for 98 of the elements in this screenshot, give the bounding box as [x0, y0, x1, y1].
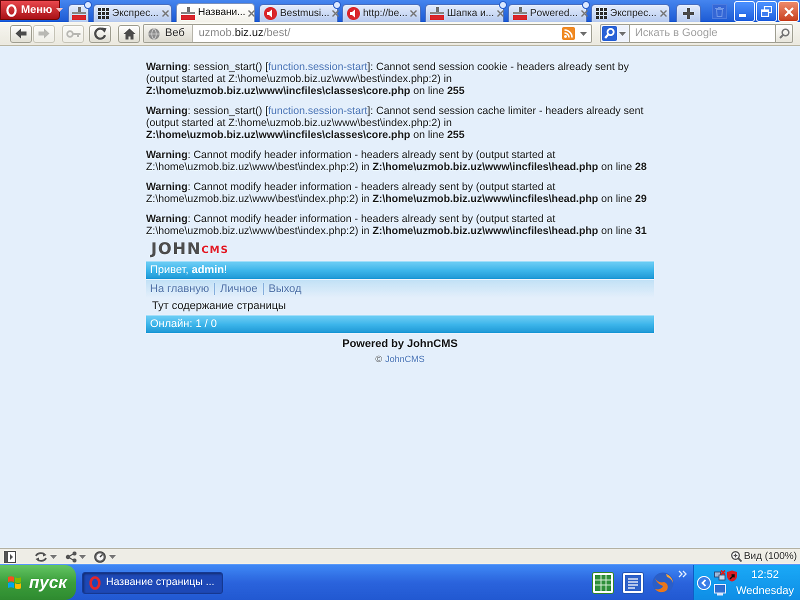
clock-time: 12:52 [751, 568, 779, 580]
nav-link[interactable]: Личное [220, 280, 258, 298]
greeting-bar: Привет, admin! [146, 261, 654, 279]
caret-icon [50, 554, 57, 558]
close-icon[interactable] [248, 10, 256, 16]
speaker-icon [347, 7, 360, 20]
copyright-symbol: © [375, 354, 382, 365]
nav-link[interactable]: На главную [150, 280, 210, 298]
ring-icon [89, 576, 101, 590]
zoom-in-icon [730, 551, 742, 562]
sync-menu-button[interactable] [34, 550, 57, 562]
minimize-icon [739, 14, 746, 17]
arrow-right-icon [38, 28, 50, 39]
network-icon[interactable] [714, 570, 726, 582]
close-icon[interactable] [410, 10, 418, 17]
speed-menu-button[interactable] [94, 550, 116, 562]
taskbar-task-button[interactable]: Название страницы ... [82, 572, 224, 594]
home-button[interactable] [118, 24, 140, 42]
tab[interactable]: Bestmusi... [259, 4, 338, 22]
tab[interactable]: Powered... [508, 4, 587, 22]
warning-message: Warning: Cannot modify header information - headers already sent by (output started at Z:\home\uzmob.biz.uz\www\best\index.php:2) in Z:\home\uzmob.biz.uz\www\incfiles\head.php on line 29 [146, 181, 648, 205]
close-icon[interactable] [580, 10, 588, 17]
footer-link[interactable]: JohnCMS [385, 354, 425, 365]
search-engine-button[interactable] [600, 24, 630, 43]
home-icon [122, 28, 136, 40]
panel-toggle-button[interactable] [4, 550, 16, 562]
plus-icon [683, 8, 694, 19]
shield-icon[interactable] [726, 570, 738, 582]
search-icon [778, 28, 790, 39]
search-button[interactable] [775, 24, 793, 43]
search-field[interactable]: Искать в Google [630, 24, 775, 43]
restore-icon [761, 6, 772, 17]
caret-icon [109, 554, 116, 558]
favicon-icon [181, 6, 195, 20]
powered-by-text: Powered by JohnCMS [342, 338, 458, 351]
arrow-left-icon [15, 28, 27, 39]
menu-button[interactable]: Меню [0, 0, 60, 20]
warning-message: Warning: session_start() [function.session-start]: Cannot send session cache limiter - headers already sent (output started at Z:\home\uzmob.biz.uz\www\best\index.php:2) in Z:\home\uzmob.biz.uz\www\incfiles\classes\core.php on line 255 [146, 105, 644, 141]
warning-message: Warning: session_start() [function.session-start]: Cannot send session cookie - headers already sent by (output started at Z:\home\uzmob.biz.uz\www\best\index.php:2) in Z:\home\uzmob.biz.uz\www\incfiles\classes\core.php on line 255 [146, 61, 630, 97]
ring-icon [6, 4, 17, 16]
favicon-icon [513, 7, 527, 20]
monitor-icon[interactable] [714, 584, 726, 596]
globe-icon [148, 28, 160, 40]
documentation-link[interactable]: function.session-start [268, 105, 368, 117]
caret-icon [580, 32, 586, 36]
close-icon [784, 6, 794, 16]
reload-button[interactable] [89, 24, 111, 42]
close-icon[interactable] [162, 10, 169, 17]
spreadsheet-icon[interactable] [592, 572, 614, 594]
close-icon[interactable] [332, 10, 340, 17]
warning-message: Warning: Cannot modify header information - headers already sent by (output started at Z:\home\uzmob.biz.uz\www\best\index.php:2) in Z:\home\uzmob.biz.uz\www\incfiles\head.php on line 28 [146, 149, 648, 173]
clock-day: Wednesday [736, 584, 794, 596]
minimize-button[interactable] [734, 1, 755, 22]
tab[interactable] [68, 4, 89, 22]
speaker-icon [264, 7, 277, 20]
tab[interactable]: http://be... [342, 4, 421, 22]
close-icon[interactable] [660, 10, 667, 17]
tab[interactable]: Шапка и... [425, 4, 504, 22]
double-chevron-icon [678, 570, 687, 578]
grid-icon [596, 8, 607, 19]
document-icon[interactable] [622, 572, 644, 594]
key-icon [66, 30, 80, 38]
tab[interactable]: Названи... [176, 3, 255, 22]
back-button[interactable] [10, 24, 32, 42]
search-icon [602, 26, 617, 41]
favicon-icon [72, 7, 86, 20]
new-tab-button[interactable] [676, 4, 701, 22]
page-content-text: Тут содержание страницы [152, 299, 286, 314]
globe-icon[interactable] [652, 572, 674, 594]
site-info-button[interactable]: Веб [144, 25, 193, 42]
tab[interactable]: Экспрес... [93, 4, 172, 22]
caret-icon [79, 554, 86, 558]
caret-icon [56, 8, 64, 12]
logo: JOHN CMS [151, 241, 229, 257]
windows-flag-icon [7, 575, 23, 590]
gauge-icon [94, 550, 106, 562]
reload-icon [94, 27, 106, 40]
grid-icon [98, 8, 109, 19]
zoom-button[interactable]: Вид (100%) [730, 551, 797, 562]
share-menu-button[interactable] [65, 550, 86, 562]
tab[interactable]: Экспрес... [591, 4, 670, 22]
rss-icon[interactable] [562, 27, 575, 40]
panel-toggle-icon [4, 550, 16, 562]
close-button[interactable] [778, 1, 799, 22]
favicon-icon [430, 7, 444, 20]
chevron-left-icon[interactable] [697, 576, 711, 590]
close-icon[interactable] [497, 10, 504, 17]
trash-icon [715, 6, 724, 16]
share-icon [65, 550, 77, 562]
nav-link[interactable]: Выход [268, 280, 302, 298]
documentation-link[interactable]: function.session-start [268, 61, 368, 73]
quick-launch-more-button[interactable] [678, 570, 687, 578]
restore-button[interactable] [756, 1, 777, 22]
caret-icon [619, 32, 626, 36]
online-bar: Онлайн: 1 / 0 [146, 315, 654, 333]
sync-icon [34, 550, 48, 562]
warning-message: Warning: Cannot modify header information - headers already sent by (output started at Z:\home\uzmob.biz.uz\www\best\index.php:2) in Z:\home\uzmob.biz.uz\www\incfiles\head.php on line 31 [146, 213, 648, 237]
url-field[interactable]: uzmob.biz.uz/best/ [192, 28, 290, 39]
